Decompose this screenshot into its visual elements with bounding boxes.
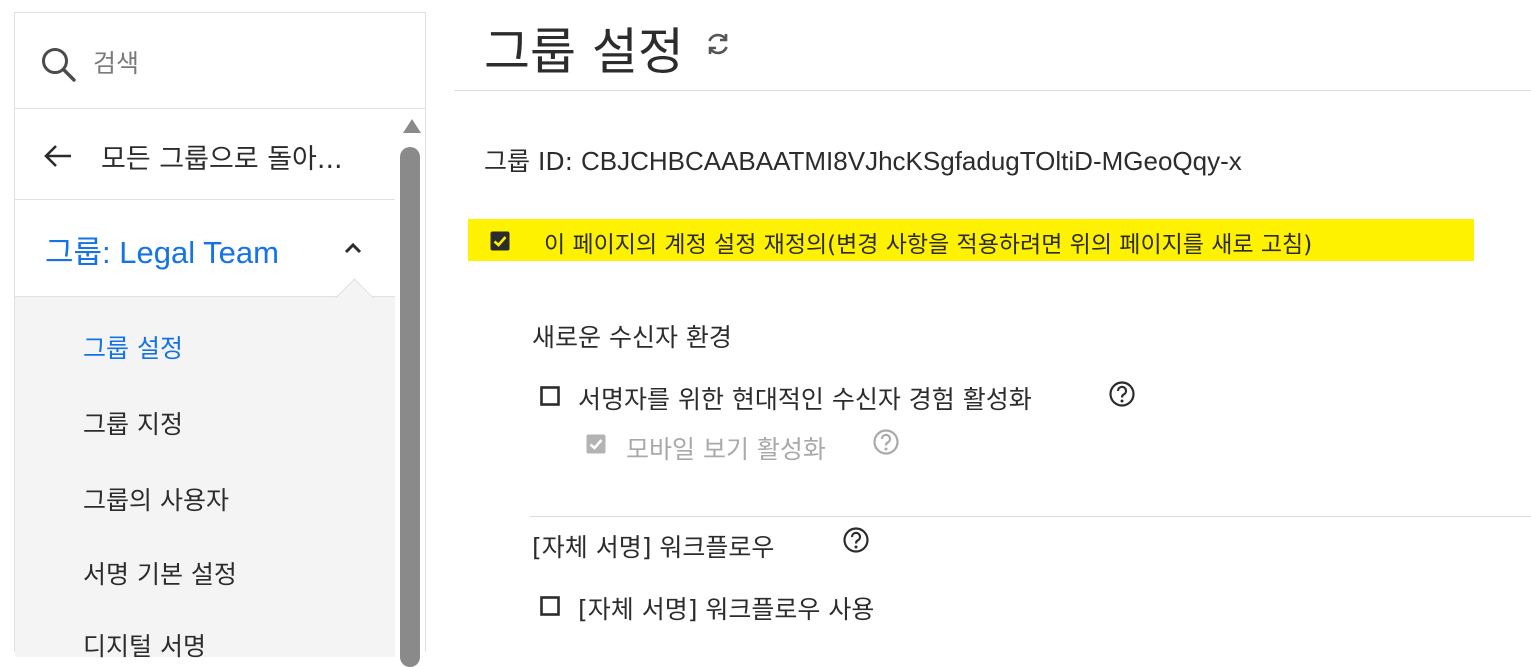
arrow-left-icon: [44, 145, 71, 167]
sidebar-item-group-settings[interactable]: 그룹 설정: [83, 329, 183, 365]
search-box[interactable]: [15, 13, 425, 109]
title-divider: [454, 90, 1531, 91]
self-sign-section-title: [자체 서명] 워크플로우: [532, 533, 775, 562]
mobile-view-checkbox[interactable]: [586, 434, 606, 454]
group-header-label: 그룹: Legal Team: [45, 235, 279, 270]
sidebar-item-group-assignment[interactable]: 그룹 지정: [83, 405, 183, 441]
self-sign-use-label: [자체 서명] 워크플로우 사용: [578, 595, 875, 624]
help-icon[interactable]: [872, 428, 900, 456]
group-id-label: 그룹 ID:: [484, 147, 573, 176]
scroll-thumb[interactable]: [400, 147, 420, 667]
chevron-up-icon[interactable]: [343, 241, 363, 255]
sidebar-item-digital-signatures[interactable]: 디지털 서명: [83, 627, 206, 663]
sidebar-item-signature-preferences[interactable]: 서명 기본 설정: [83, 555, 237, 591]
help-icon[interactable]: [842, 526, 870, 554]
override-label: 이 페이지의 계정 설정 재정의(변경 사항을 적용하려면 위의 페이지를 새로…: [544, 232, 1313, 258]
group-header[interactable]: 그룹: Legal Team: [15, 201, 395, 297]
modern-experience-checkbox[interactable]: [540, 386, 560, 406]
search-input[interactable]: [93, 47, 393, 79]
sidebar-scrollbar[interactable]: [399, 119, 421, 667]
sidebar: 모든 그룹으로 돌아... 그룹: Legal Team 그룹 설정 그룹 지정…: [14, 12, 426, 667]
search-icon: [42, 48, 76, 82]
back-link-label: 모든 그룹으로 돌아...: [101, 144, 343, 175]
sidebar-item-group-users[interactable]: 그룹의 사용자: [83, 481, 229, 517]
override-checkbox[interactable]: [490, 231, 510, 251]
group-id-row: 그룹 ID: CBJCHBCAABAATMI8VJhcKSgfadugTOlti…: [484, 142, 1242, 178]
recipient-section-title: 새로운 수신자 환경: [532, 323, 732, 352]
override-settings-row: 이 페이지의 계정 설정 재정의(변경 사항을 적용하려면 위의 페이지를 새로…: [468, 219, 1474, 261]
modern-experience-label: 서명자를 위한 현대적인 수신자 경험 활성화: [578, 385, 1032, 414]
group-id-value: CBJCHBCAABAATMI8VJhcKSgfadugTOltiD-MGeoQ…: [580, 146, 1242, 176]
mobile-view-label: 모바일 보기 활성화: [626, 435, 826, 464]
help-icon[interactable]: [1108, 380, 1136, 408]
refresh-icon[interactable]: [704, 30, 732, 58]
group-submenu: 그룹 설정 그룹 지정 그룹의 사용자 서명 기본 설정 디지털 서명: [15, 297, 395, 661]
self-sign-use-checkbox[interactable]: [540, 596, 560, 616]
back-to-all-groups-link[interactable]: 모든 그룹으로 돌아...: [15, 110, 395, 200]
scroll-up-arrow-icon[interactable]: [403, 119, 421, 133]
page-title: 그룹 설정: [484, 23, 684, 81]
section-divider: [530, 516, 1531, 517]
